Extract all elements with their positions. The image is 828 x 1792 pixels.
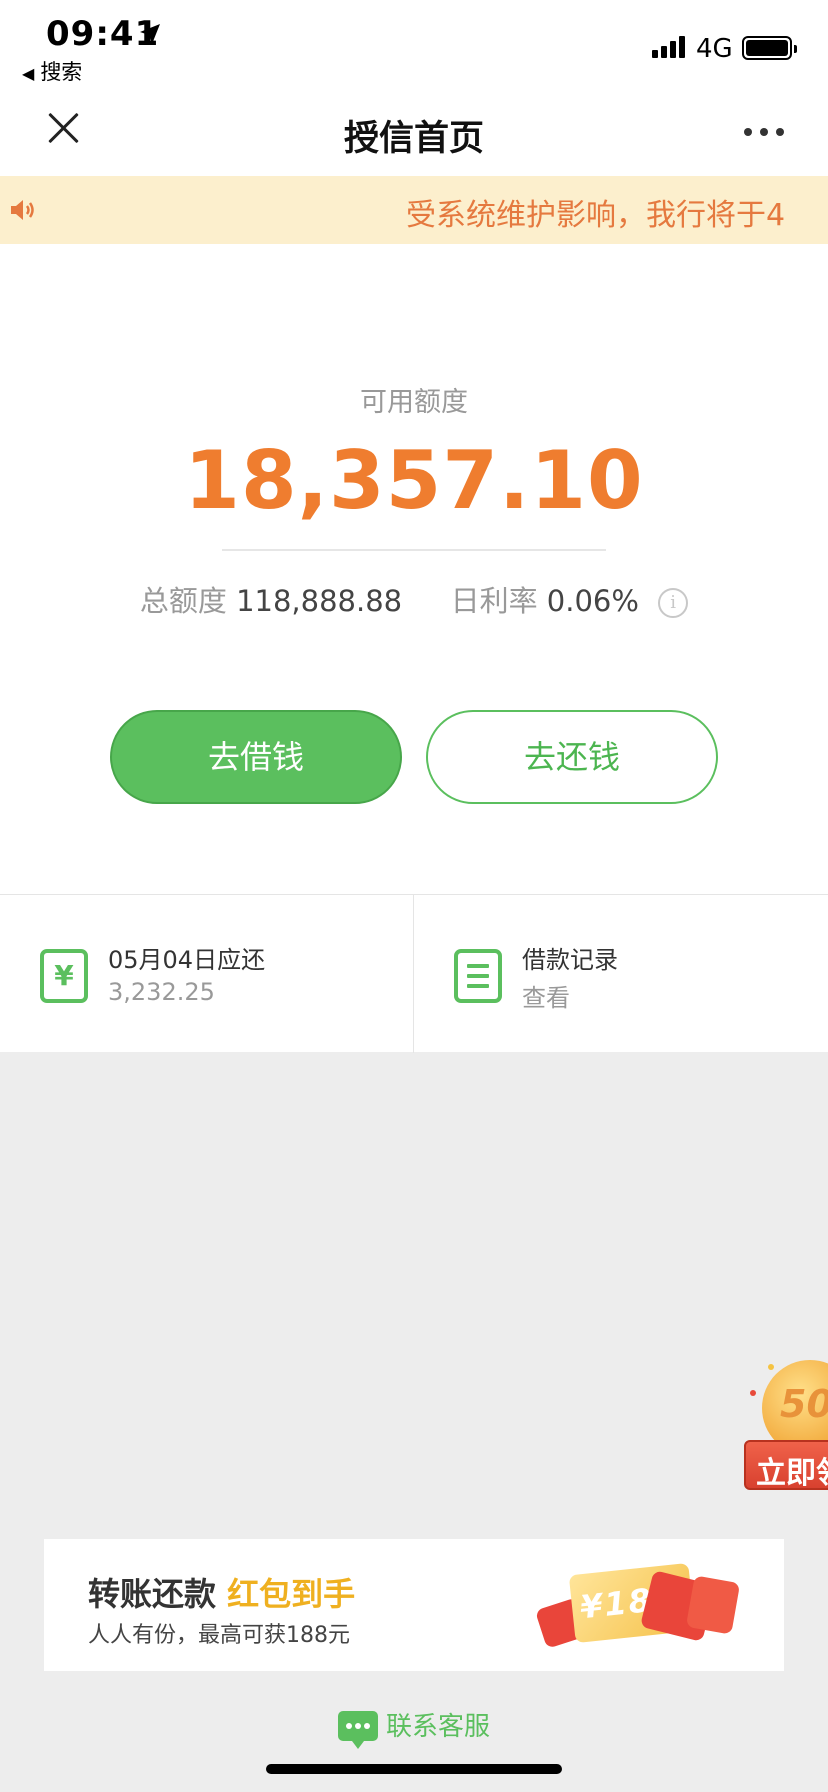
notice-text: 受系统维护影响，我行将于4 [406,198,786,233]
back-triangle-icon: ◀ [22,64,35,83]
red-packet-illustration: ¥188 [534,1557,758,1657]
repayment-due-amount: 3,232.25 [108,978,215,1006]
info-icon[interactable]: i [658,588,689,618]
borrow-button[interactable]: 去借钱 [110,710,402,804]
yen-icon: ¥ [40,949,88,1003]
daily-rate-value: 0.06% [546,584,639,618]
status-bar: 09:41 ◀ 搜索 4G [0,0,828,90]
repay-button[interactable]: 去还钱 [426,710,718,804]
contact-support-link[interactable]: 联系客服 [0,1706,828,1749]
claim-now-label: 立即领 [756,1456,828,1491]
floating-red-packet-promo[interactable]: 50 立即领 [740,1360,828,1500]
credit-panel: 可用额度 18,357.10 总额度 118,888.88 日利率 0.06% … [0,244,828,894]
nav-bar: 授信首页 [0,90,828,176]
home-indicator [266,1764,562,1774]
signal-icon [652,36,688,58]
more-icon[interactable] [744,128,784,138]
coin-text: 50 [780,1382,828,1426]
repayment-due-title: 05月04日应还 [108,946,266,974]
loan-records-view: 查看 [522,984,570,1012]
available-credit-label: 可用额度 [360,387,468,418]
network-type: 4G [696,34,733,64]
list-icon [454,949,502,1003]
chat-icon [337,1710,378,1749]
loan-records-card[interactable]: 借款记录 查看 [414,895,827,1053]
total-credit-value: 118,888.88 [236,584,403,618]
speaker-icon [11,200,34,220]
back-app-label: 搜索 [40,60,83,84]
transfer-repay-promo-banner[interactable]: 转账还款 红包到手 人人有份，最高可获188元 ¥188 [44,1539,784,1671]
amount-divider [222,549,606,551]
credit-summary-row: 总额度 118,888.88 日利率 0.06% i [0,578,828,620]
total-credit-label: 总额度 [139,584,227,618]
info-cards: ¥ 05月04日应还 3,232.25 借款记录 查看 [0,894,828,1053]
daily-rate-label: 日利率 [450,584,538,618]
claim-now-tag: 立即领 [744,1440,828,1491]
repayment-due-card[interactable]: ¥ 05月04日应还 3,232.25 [0,895,413,1053]
banner-title-highlight: 红包到手 [227,1575,356,1613]
page-title: 授信首页 [343,119,484,159]
back-to-app-link[interactable]: ◀ 搜索 [22,56,82,86]
available-credit-amount: 18,357.10 [184,434,644,527]
loan-records-title: 借款记录 [522,946,618,974]
battery-icon [742,36,797,60]
contact-support-label: 联系客服 [385,1712,490,1742]
banner-subtitle: 人人有份，最高可获188元 [88,1623,350,1648]
notice-banner[interactable]: 受系统维护影响，我行将于4 [0,176,828,244]
banner-title: 转账还款 红包到手 [88,1569,355,1615]
banner-title-main: 转账还款 [88,1575,217,1613]
location-arrow-icon [140,24,160,44]
